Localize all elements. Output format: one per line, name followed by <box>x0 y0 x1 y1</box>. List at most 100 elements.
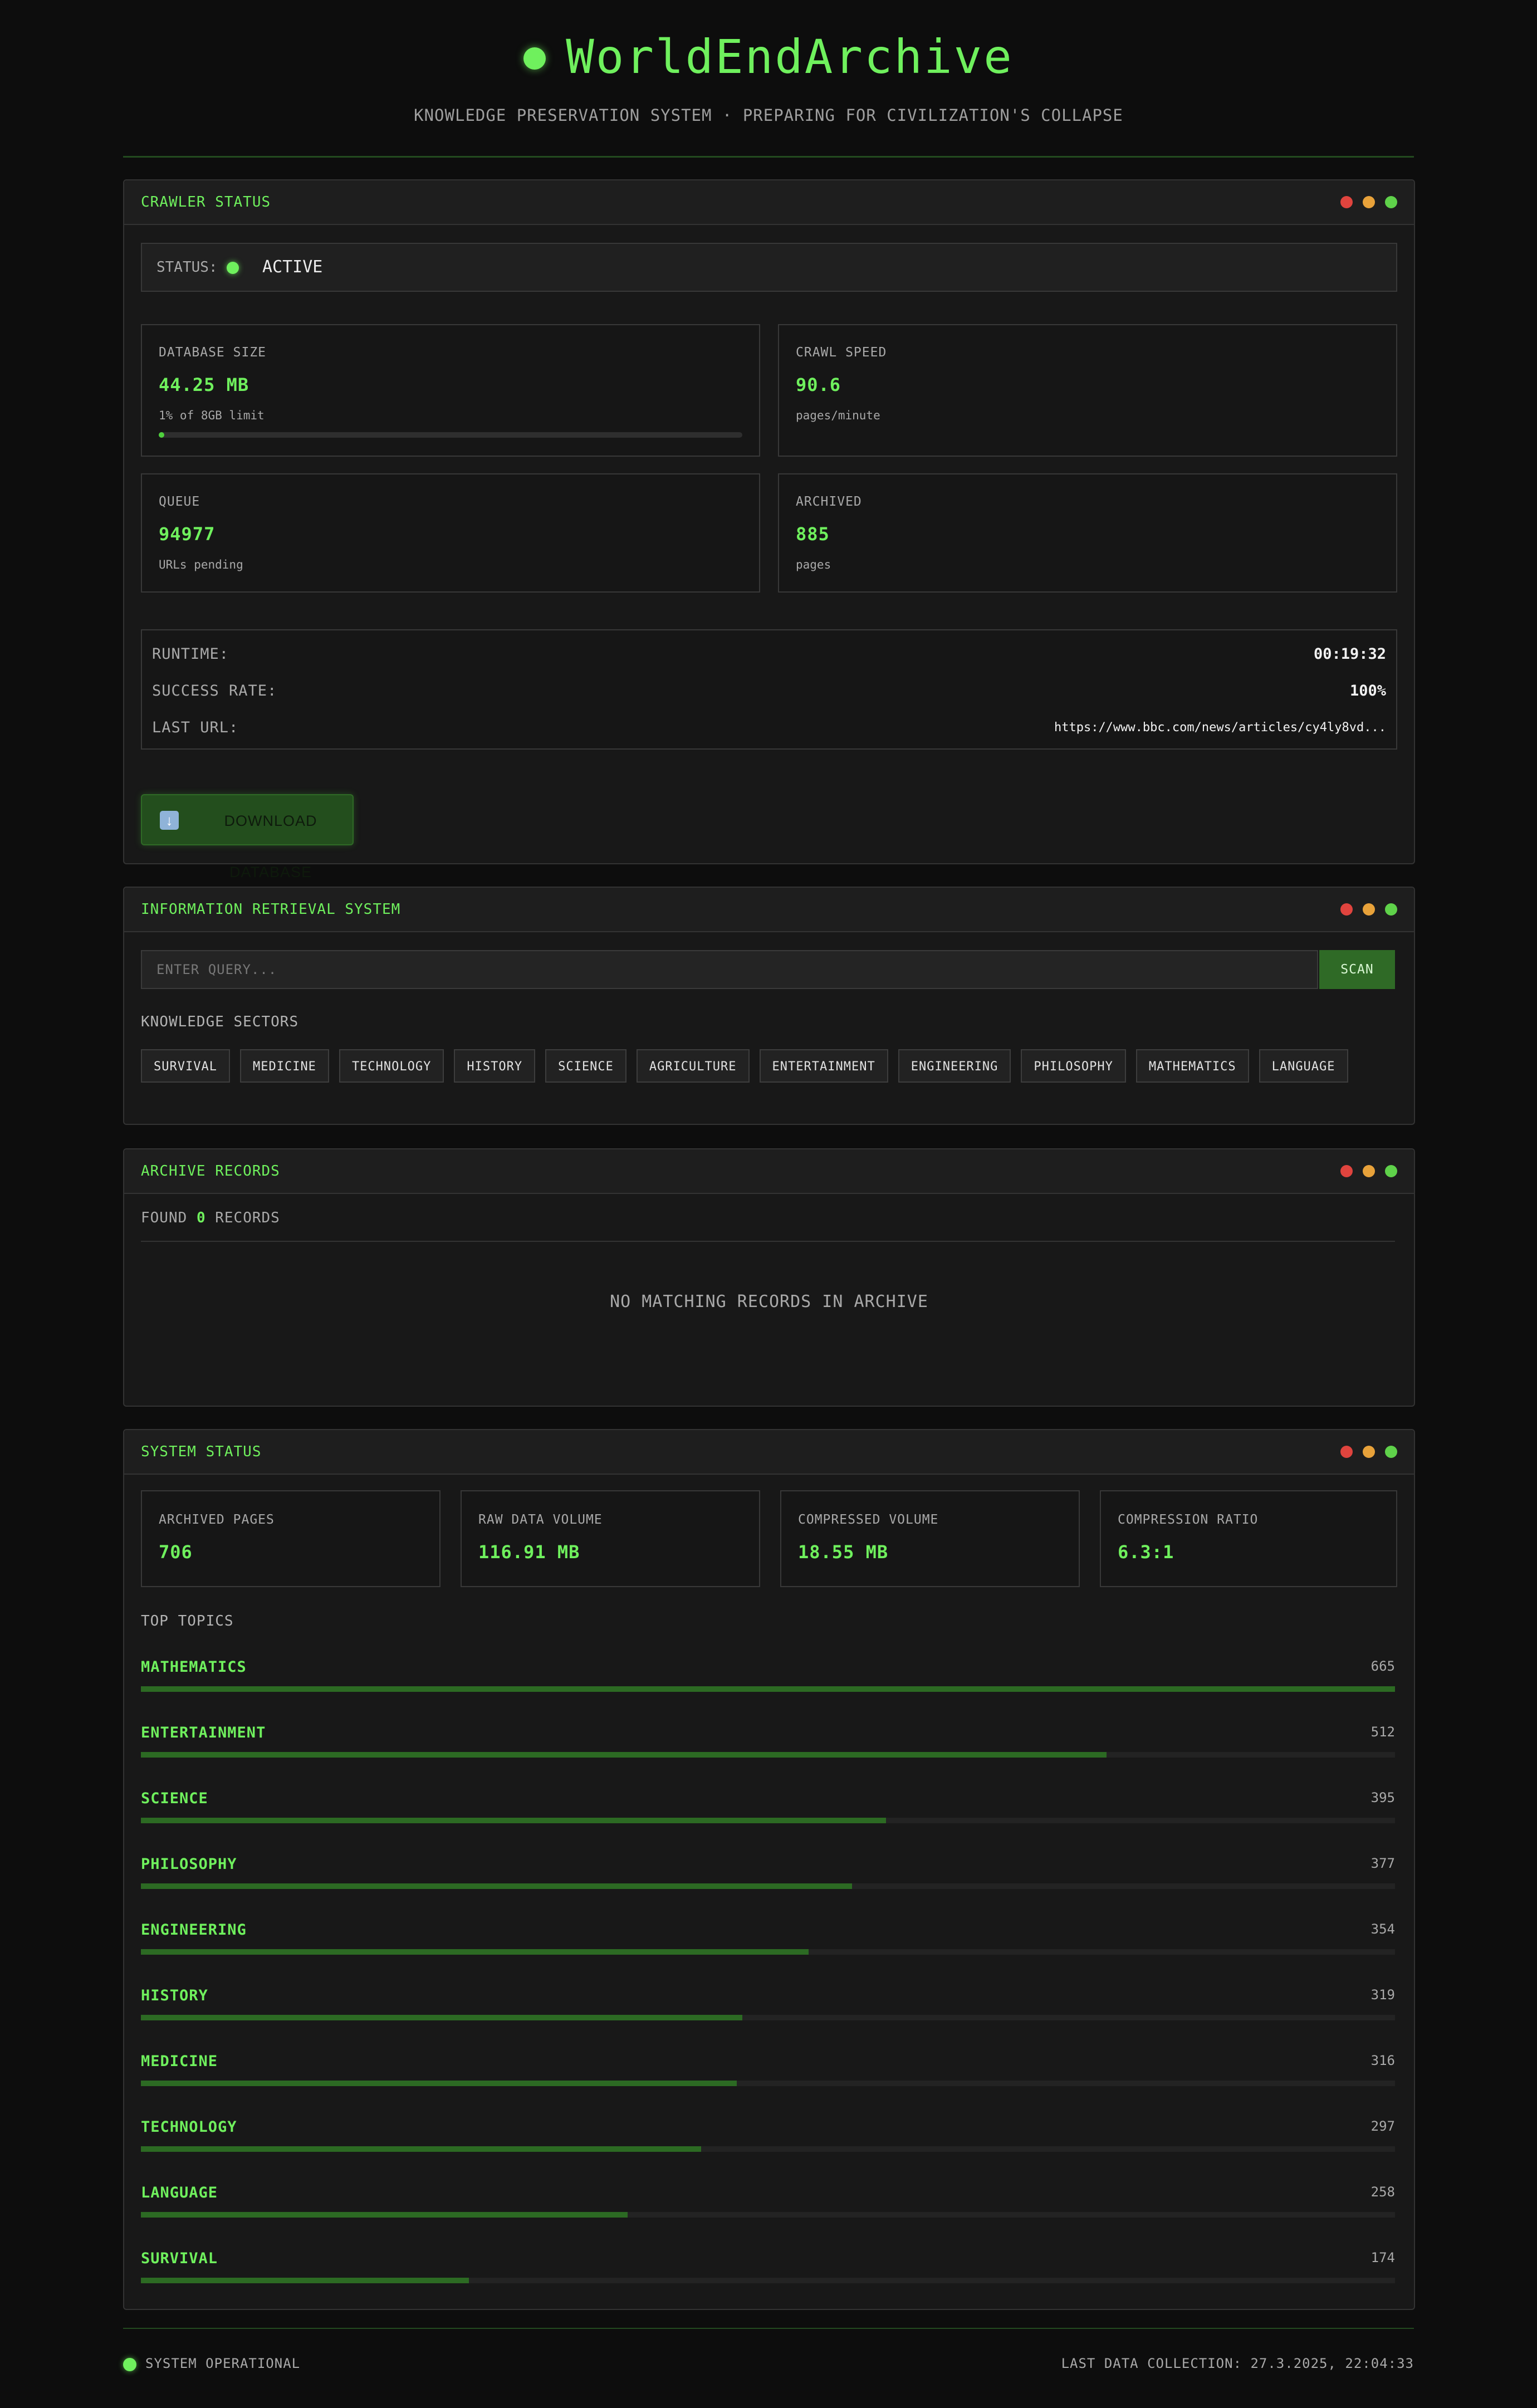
panel-title: SYSTEM STATUS <box>141 1443 262 1460</box>
window-controls <box>1340 1165 1397 1177</box>
queue-card: QUEUE 94977 URLs pending <box>141 473 760 593</box>
topic-bar-fill <box>141 1818 886 1823</box>
card-label: COMPRESSION RATIO <box>1118 1513 1259 1527</box>
topic-count: 297 <box>1370 2118 1395 2134</box>
panel-title: ARCHIVE RECORDS <box>141 1163 280 1179</box>
compression-ratio-card: COMPRESSION RATIO 6.3:1 <box>1100 1490 1397 1587</box>
card-subtext: 1% of 8GB limit <box>159 409 265 422</box>
panel-header: SYSTEM STATUS <box>124 1430 1414 1475</box>
card-label: ARCHIVED PAGES <box>159 1513 275 1527</box>
close-dot-icon <box>1340 903 1353 916</box>
query-input[interactable] <box>141 950 1318 989</box>
topic-bar-track <box>141 1686 1395 1692</box>
topic-bar-fill <box>141 1686 1395 1692</box>
topic-row-philosophy: PHILOSOPHY 377 <box>141 1856 1395 1900</box>
sector-chip-philosophy[interactable]: PHILOSOPHY <box>1021 1049 1126 1083</box>
topic-name: PHILOSOPHY <box>141 1856 237 1873</box>
site-subtitle: KNOWLEDGE PRESERVATION SYSTEM · PREPARIN… <box>414 106 1123 125</box>
topic-name: SCIENCE <box>141 1790 208 1807</box>
topic-row-language: LANGUAGE 258 <box>141 2184 1395 2229</box>
divider <box>141 1241 1395 1242</box>
panel-header: ARCHIVE RECORDS <box>124 1149 1414 1194</box>
retrieval-panel: INFORMATION RETRIEVAL SYSTEM SCAN KNOWLE… <box>123 887 1415 1125</box>
topic-count: 665 <box>1370 1658 1395 1674</box>
topic-row-mathematics: MATHEMATICS 665 <box>141 1658 1395 1703</box>
topic-bar-fill <box>141 2146 701 2152</box>
sector-chip-mathematics[interactable]: MATHEMATICS <box>1135 1049 1249 1083</box>
sector-chip-medicine[interactable]: MEDICINE <box>239 1049 329 1083</box>
card-label: DATABASE SIZE <box>159 345 267 360</box>
empty-records-message: NO MATCHING RECORDS IN ARCHIVE <box>610 1292 928 1311</box>
panel-header: CRAWLER STATUS <box>124 180 1414 225</box>
window-controls <box>1340 1446 1397 1458</box>
download-database-button[interactable]: ↓ DOWNLOAD DATABASE <box>141 794 354 880</box>
compressed-volume-card: COMPRESSED VOLUME 18.55 MB <box>780 1490 1080 1587</box>
download-button-label: DOWNLOAD DATABASE <box>224 813 317 880</box>
site-title: WorldEndArchive <box>123 29 1414 85</box>
card-subtext: pages <box>796 558 831 571</box>
maximize-dot-icon <box>1385 196 1397 208</box>
sector-chip-language[interactable]: LANGUAGE <box>1259 1049 1348 1083</box>
card-label: RAW DATA VOLUME <box>478 1513 603 1527</box>
status-label: STATUS: <box>156 259 218 276</box>
topic-count: 354 <box>1370 1921 1395 1937</box>
card-value: 116.91 MB <box>478 1541 580 1563</box>
topic-count: 319 <box>1370 1987 1395 2003</box>
topic-name: LANGUAGE <box>141 2184 218 2201</box>
sector-chip-history[interactable]: HISTORY <box>454 1049 536 1083</box>
sector-chip-engineering[interactable]: ENGINEERING <box>898 1049 1011 1083</box>
crawl-speed-card: CRAWL SPEED 90.6 pages/minute <box>778 324 1397 457</box>
system-status-panel: SYSTEM STATUS ARCHIVED PAGES 706 RAW DAT… <box>123 1429 1415 2310</box>
footer-divider <box>123 2328 1414 2329</box>
active-status-icon <box>227 262 239 274</box>
topic-count: 258 <box>1370 2184 1395 2200</box>
status-indicator-icon <box>523 47 546 70</box>
sector-chip-agriculture[interactable]: AGRICULTURE <box>636 1049 750 1083</box>
topic-count: 174 <box>1370 2250 1395 2265</box>
maximize-dot-icon <box>1385 1165 1397 1177</box>
panel-header: INFORMATION RETRIEVAL SYSTEM <box>124 888 1414 932</box>
topic-bar-track <box>141 2212 1395 2218</box>
sector-chip-technology[interactable]: TECHNOLOGY <box>339 1049 444 1083</box>
topic-bar-fill <box>141 2212 628 2218</box>
topic-bar-track <box>141 1818 1395 1823</box>
sector-chip-survival[interactable]: SURVIVAL <box>141 1049 230 1083</box>
topic-name: TECHNOLOGY <box>141 2118 237 2136</box>
close-dot-icon <box>1340 1446 1353 1458</box>
sector-chip-science[interactable]: SCIENCE <box>545 1049 626 1083</box>
window-controls <box>1340 903 1397 916</box>
top-topics-label: TOP TOPICS <box>141 1613 234 1629</box>
card-value: 18.55 MB <box>798 1541 889 1563</box>
topic-bar-track <box>141 2146 1395 2152</box>
topic-row-survival: SURVIVAL 174 <box>141 2250 1395 2294</box>
success-rate-value: 100% <box>1349 682 1386 699</box>
topic-bar-fill <box>141 2278 469 2283</box>
topic-bar-fill <box>141 1752 1107 1758</box>
maximize-dot-icon <box>1385 1446 1397 1458</box>
topic-name: MATHEMATICS <box>141 1658 247 1676</box>
topic-bar-track <box>141 2278 1395 2283</box>
last-url-row: LAST URL: https://www.bbc.com/news/artic… <box>152 709 1386 746</box>
topic-bar-fill <box>141 2081 737 2086</box>
last-url-link[interactable]: https://www.bbc.com/news/articles/cy4ly8… <box>1054 709 1386 746</box>
topic-bar-fill <box>141 2015 743 2020</box>
card-label: QUEUE <box>159 495 200 509</box>
crawler-info-table: RUNTIME: 00:19:32 SUCCESS RATE: 100% LAS… <box>141 629 1397 750</box>
last-collection-timestamp: LAST DATA COLLECTION: 27.3.2025, 22:04:3… <box>1061 2356 1414 2371</box>
card-value: 885 <box>796 523 830 545</box>
success-rate-label: SUCCESS RATE: <box>152 682 277 699</box>
card-value: 44.25 MB <box>159 374 249 395</box>
topic-row-technology: TECHNOLOGY 297 <box>141 2118 1395 2163</box>
archived-card: ARCHIVED 885 pages <box>778 473 1397 593</box>
raw-data-volume-card: RAW DATA VOLUME 116.91 MB <box>461 1490 760 1587</box>
close-dot-icon <box>1340 1165 1353 1177</box>
sector-chip-entertainment[interactable]: ENTERTAINMENT <box>759 1049 888 1083</box>
card-label: ARCHIVED <box>796 495 862 509</box>
status-value: ACTIVE <box>262 257 323 277</box>
operational-status-icon <box>123 2358 136 2371</box>
page: WorldEndArchive KNOWLEDGE PRESERVATION S… <box>123 0 1415 2371</box>
knowledge-sector-list: SURVIVAL MEDICINE TECHNOLOGY HISTORY SCIENCE… <box>141 1049 1348 1083</box>
scan-button[interactable]: SCAN <box>1319 950 1395 989</box>
minimize-dot-icon <box>1363 196 1375 208</box>
topic-row-history: HISTORY 319 <box>141 1987 1395 2032</box>
